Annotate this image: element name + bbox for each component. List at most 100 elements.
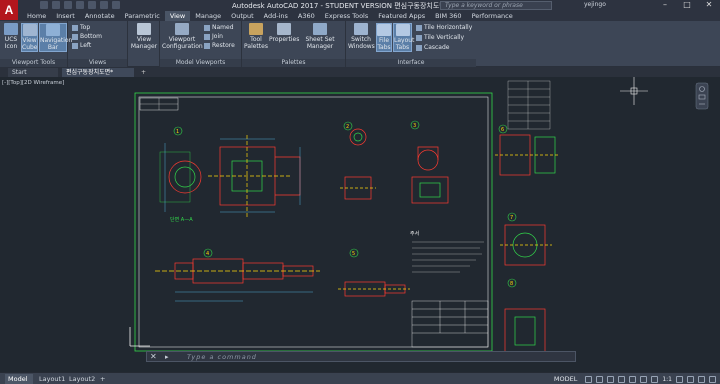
part-number-8: 8 (510, 281, 513, 287)
maximize-button[interactable]: □ (676, 0, 698, 11)
part-2-bushing (340, 128, 376, 200)
cascade[interactable]: Cascade (416, 44, 449, 52)
part-4-shaft (155, 258, 320, 284)
save-as-icon[interactable] (76, 1, 84, 9)
properties-button[interactable]: Properties (269, 23, 299, 43)
tool-palettes-button[interactable]: Tool Palettes (244, 23, 268, 50)
osnap-icon[interactable] (629, 375, 637, 383)
minimize-button[interactable]: – (654, 0, 676, 11)
layout-tabs-icon (395, 24, 410, 36)
tab-insert[interactable]: Insert (51, 11, 80, 21)
tab-add-ins[interactable]: Add-ins (259, 11, 293, 21)
gear-icon[interactable] (676, 375, 683, 383)
view-cube-button[interactable]: View Cube (21, 23, 38, 52)
annotation-icon[interactable] (651, 375, 659, 383)
tab-bim-360[interactable]: BIM 360 (430, 11, 466, 21)
command-input[interactable]: Type a command (187, 353, 257, 361)
panel-title-palettes[interactable]: Palettes (242, 59, 345, 67)
tab-parametric[interactable]: Parametric (120, 11, 165, 21)
navigation-bar-icon[interactable] (690, 81, 716, 111)
sheet-set-manager-icon (313, 23, 327, 35)
redo-icon[interactable] (112, 1, 120, 9)
part-number-2: 2 (346, 124, 349, 130)
properties-label: Properties (269, 36, 300, 43)
user-account[interactable]: yejingo (584, 1, 606, 8)
viewport-join[interactable]: Join (204, 33, 223, 41)
tab-annotate[interactable]: Annotate (80, 11, 120, 21)
viewport-restore[interactable]: Restore (204, 42, 235, 50)
tab-express-tools[interactable]: Express Tools (320, 11, 373, 21)
layout-tab-model[interactable]: Model (5, 374, 33, 384)
panel-title-interface[interactable]: Interface (346, 59, 476, 67)
tab-view[interactable]: View (164, 11, 191, 21)
close-command-line-icon[interactable]: ✕ (150, 352, 157, 362)
gear-table (507, 80, 551, 130)
tab-manage[interactable]: Manage (190, 11, 226, 21)
ribbon-tab-bar: Home Insert Annotate Parametric View Man… (0, 11, 720, 21)
drawing-svg: 1 단면 A—A 2 3 4 5 주서 6 7 8 (129, 77, 648, 354)
quick-access-toolbar (40, 1, 120, 9)
file-tab-start[interactable]: Start (8, 68, 58, 77)
view-top[interactable]: Top (72, 24, 90, 32)
file-tabs-label: File Tabs (377, 37, 391, 51)
tab-performance[interactable]: Performance (467, 11, 518, 21)
ucs-icon-button[interactable]: UCS Icon (2, 23, 20, 50)
save-icon[interactable] (64, 1, 72, 9)
model-space-toggle[interactable]: MODEL (554, 375, 577, 383)
file-tabs-button[interactable]: File Tabs (376, 23, 392, 52)
part-8-collar (504, 308, 546, 354)
layout-tab-layout1[interactable]: Layout1 (36, 374, 65, 384)
new-icon[interactable] (40, 1, 48, 9)
tile-vertically-icon (416, 35, 422, 41)
switch-windows-button[interactable]: Switch Windows (348, 23, 375, 50)
named-icon (204, 25, 210, 31)
plus-icon[interactable] (687, 375, 694, 383)
view-manager-button[interactable]: View Manager (130, 23, 158, 50)
add-layout-button[interactable]: + (97, 374, 107, 384)
panel-interface: Switch Windows File Tabs Layout Tabs Til… (346, 21, 476, 67)
panel-title-viewport-tools[interactable]: Viewport Tools (0, 59, 67, 67)
file-tabs-icon (377, 24, 391, 36)
customize-icon[interactable] (709, 375, 716, 383)
view-bottom[interactable]: Bottom (72, 33, 102, 41)
sheet-set-manager-button[interactable]: Sheet Set Manager (300, 23, 340, 50)
tab-output[interactable]: Output (226, 11, 259, 21)
drawing-canvas[interactable]: 1 단면 A—A 2 3 4 5 주서 6 7 8 [-][Top][2D Wi… (0, 77, 720, 365)
file-tab-document[interactable]: 편심구동장치도면* (62, 68, 134, 77)
layout-tabs-button[interactable]: Layout Tabs (393, 23, 414, 52)
annotation-scale[interactable]: 1:1 (662, 376, 672, 383)
open-icon[interactable] (52, 1, 60, 9)
viewport-controls-label[interactable]: [-][Top][2D Wireframe] (2, 80, 64, 86)
command-line: ✕ ▸ Type a command (146, 351, 576, 362)
lineweight-icon[interactable] (640, 375, 648, 383)
polar-icon[interactable] (618, 375, 626, 383)
search-input[interactable]: Type a keyword or phrase (440, 1, 552, 10)
tab-featured-apps[interactable]: Featured Apps (373, 11, 430, 21)
command-prompt-icon[interactable]: ▸ (165, 352, 169, 362)
close-button[interactable]: ✕ (698, 0, 720, 11)
tab-a360[interactable]: A360 (293, 11, 320, 21)
undo-icon[interactable] (100, 1, 108, 9)
cascade-icon (416, 45, 422, 51)
navigation-bar-button[interactable]: Navigation Bar (39, 23, 72, 52)
viewport-named[interactable]: Named (204, 24, 234, 32)
fullscreen-icon[interactable] (698, 375, 705, 383)
print-icon[interactable] (88, 1, 96, 9)
tile-horizontally[interactable]: Tile Horizontally (416, 24, 472, 32)
grid-icon[interactable] (585, 375, 593, 383)
ucs-axis-icon (129, 327, 150, 347)
ucs-icon (4, 23, 18, 35)
snap-icon[interactable] (596, 375, 604, 383)
part-number-6: 6 (501, 127, 504, 133)
layout-tab-layout2[interactable]: Layout2 (66, 374, 95, 384)
autocad-logo[interactable]: A (0, 0, 18, 20)
new-tab-button[interactable]: + (137, 68, 147, 77)
tile-horizontally-icon (416, 25, 422, 31)
ortho-icon[interactable] (607, 375, 615, 383)
view-bottom-icon (72, 34, 78, 40)
viewport-configuration-button[interactable]: Viewport Configuration (162, 23, 203, 50)
view-left[interactable]: Left (72, 42, 91, 50)
panel-title-model-viewports: Model Viewports (160, 59, 241, 67)
tab-home[interactable]: Home (22, 11, 51, 21)
tile-vertically[interactable]: Tile Vertically (416, 34, 464, 42)
